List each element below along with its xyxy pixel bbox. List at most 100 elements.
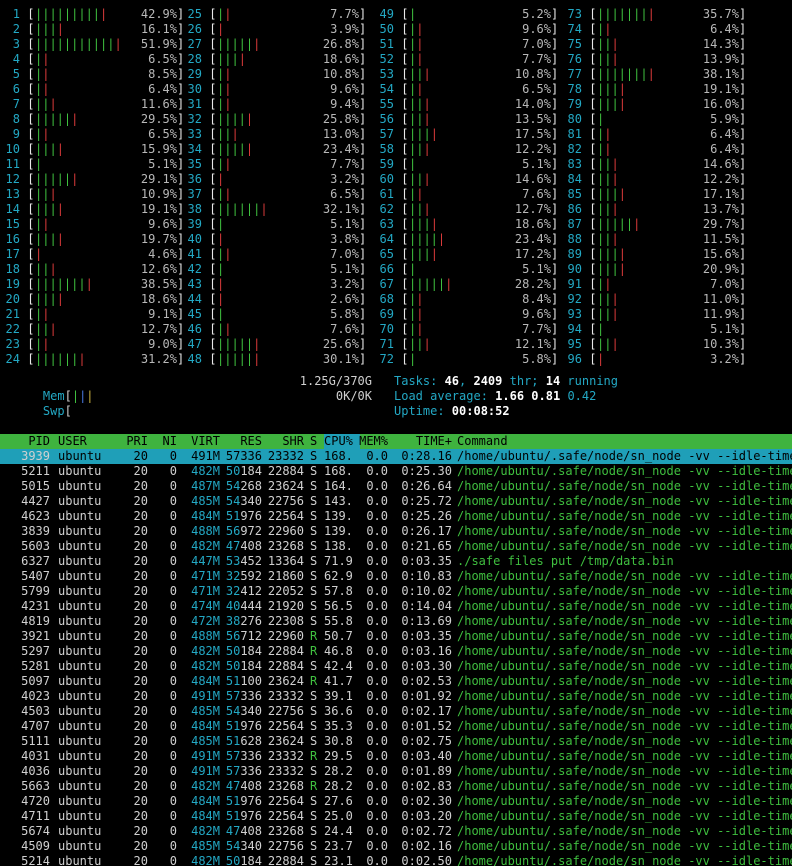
process-s: S: [310, 464, 318, 478]
cpu-percent: 30.1%: [322, 352, 359, 366]
process-row[interactable]: 5603 ubuntu 20 0 482M 47408 23268 S 138. 0.0 0:21.…: [0, 539, 792, 554]
process-res: 40444: [225, 599, 262, 613]
process-pid: 5674: [21, 824, 50, 838]
process-time: 0:02.72: [401, 824, 452, 838]
process-row[interactable]: 5674 ubuntu 20 0 482M 47408 23268 S 24.4 0.0 0:02.…: [0, 824, 792, 839]
cpu-percent: 9.6%: [522, 307, 551, 321]
col-user[interactable]: USER: [58, 434, 118, 449]
process-row[interactable]: 5407 ubuntu 20 0 471M 32592 21860 S 62.9 0.0 0:10.…: [0, 569, 792, 584]
process-row[interactable]: 4819 ubuntu 20 0 472M 38276 22308 S 55.8 0.0 0:13.…: [0, 614, 792, 629]
process-user: ubuntu: [58, 839, 102, 853]
cpu-id: 79: [567, 97, 582, 111]
process-shr: 23268: [267, 779, 304, 793]
process-row[interactable]: 5281 ubuntu 20 0 482M 50184 22884 S 42.4 0.0 0:03.…: [0, 659, 792, 674]
process-cmd: /home/ubuntu/.safe/node/sn_node -vv --id…: [457, 449, 792, 463]
col-res[interactable]: RES: [224, 434, 262, 449]
cpu-id: 78: [567, 82, 582, 96]
col-command[interactable]: Command: [457, 434, 792, 449]
process-row[interactable]: 4509 ubuntu 20 0 485M 54340 22756 S 23.7 0.0 0:02.…: [0, 839, 792, 854]
cpu-meter: 24 [||||||| 31.2%]: [0, 352, 190, 367]
cpu-percent: 38.5%: [140, 277, 177, 291]
process-s: S: [310, 809, 318, 823]
process-row[interactable]: 3839 ubuntu 20 0 488M 56972 22960 S 139. 0.0 0:26.…: [0, 524, 792, 539]
cpu-percent: 7.7%: [330, 7, 359, 21]
cpu-percent: 7.7%: [522, 52, 551, 66]
cpu-percent: 16.0%: [702, 97, 739, 111]
process-row[interactable]: 5663 ubuntu 20 0 482M 47408 23268 R 28.2 0.0 0:02.…: [0, 779, 792, 794]
process-row[interactable]: 4023 ubuntu 20 0 491M 57336 23332 S 39.1 0.0 0:01.…: [0, 689, 792, 704]
process-row[interactable]: 4231 ubuntu 20 0 474M 40444 21920 S 56.5 0.0 0:14.…: [0, 599, 792, 614]
cpu-column: 49 [| 5.2%] 50 [|| 9.6%] 51 [|| 7.0%] 52 [|| 7.…: [374, 7, 564, 367]
process-row[interactable]: 5214 ubuntu 20 0 482M 50184 22884 S 23.1 0.0 0:02.…: [0, 854, 792, 866]
process-user: ubuntu: [58, 659, 102, 673]
process-row[interactable]: 3939 ubuntu 20 0 491M 57336 23332 S 168. 0.0 0:28.…: [0, 449, 792, 464]
process-row[interactable]: 3921 ubuntu 20 0 488M 56712 22960 R 50.7 0.0 0:03.…: [0, 629, 792, 644]
process-cpu: 46.8: [324, 644, 353, 658]
process-res: 51976: [225, 794, 262, 808]
process-s: S: [310, 599, 318, 613]
process-cmd: ./safe files put /tmp/data.bin: [457, 554, 674, 568]
cpu-percent: 23.4%: [322, 142, 359, 156]
col-mem[interactable]: MEM%: [358, 434, 388, 449]
process-cmd: /home/ubuntu/.safe/node/sn_node -vv --id…: [457, 539, 792, 553]
process-row[interactable]: 5211 ubuntu 20 0 482M 50184 22884 S 168. 0.0 0:25.…: [0, 464, 792, 479]
col-time[interactable]: TIME+: [392, 434, 452, 449]
cpu-percent: 9.4%: [330, 97, 359, 111]
process-row[interactable]: 4036 ubuntu 20 0 491M 57336 23332 S 28.2 0.0 0:01.…: [0, 764, 792, 779]
col-pid[interactable]: PID: [0, 434, 50, 449]
col-shr[interactable]: SHR: [266, 434, 304, 449]
process-table-header[interactable]: PID USER PRI NI VIRT RES SHR S CPU% MEM%…: [0, 434, 792, 449]
process-row[interactable]: 4427 ubuntu 20 0 485M 54340 22756 S 143. 0.0 0:25.…: [0, 494, 792, 509]
cpu-meter: 30 [|| 9.6%]: [182, 82, 372, 97]
process-virt: 488M: [191, 629, 220, 643]
process-row[interactable]: 4707 ubuntu 20 0 484M 51976 22564 S 35.3 0.0 0:01.…: [0, 719, 792, 734]
cpu-meter: 58 [||| 12.2%]: [374, 142, 564, 157]
process-row[interactable]: 5097 ubuntu 20 0 484M 51100 23624 R 41.7 0.0 0:02.…: [0, 674, 792, 689]
process-row[interactable]: 4720 ubuntu 20 0 484M 51976 22564 S 27.6 0.0 0:02.…: [0, 794, 792, 809]
cpu-id: 50: [379, 22, 394, 36]
col-state[interactable]: S: [310, 434, 320, 449]
process-row[interactable]: 5111 ubuntu 20 0 485M 51628 23624 S 30.8 0.0 0:02.…: [0, 734, 792, 749]
cpu-percent: 5.1%: [710, 322, 739, 336]
process-time: 0:13.69: [401, 614, 452, 628]
process-shr: 23624: [267, 734, 304, 748]
load-average: Load average: 1.66 0.81 0.42: [394, 389, 597, 403]
process-pid: 5297: [21, 644, 50, 658]
process-row[interactable]: 5799 ubuntu 20 0 471M 32412 22052 S 57.8 0.0 0:10.…: [0, 584, 792, 599]
process-row[interactable]: 4503 ubuntu 20 0 485M 54340 22756 S 36.6 0.0 0:02.…: [0, 704, 792, 719]
col-pri[interactable]: PRI: [120, 434, 148, 449]
cpu-percent: 14.0%: [514, 97, 551, 111]
cpu-percent: 11.5%: [702, 232, 739, 246]
col-cpu[interactable]: CPU%: [324, 434, 360, 449]
cpu-meter: 56 [||| 13.5%]: [374, 112, 564, 127]
process-row[interactable]: 5297 ubuntu 20 0 482M 50184 22884 R 46.8 0.0 0:03.…: [0, 644, 792, 659]
cpu-percent: 18.6%: [322, 52, 359, 66]
cpu-percent: 14.6%: [514, 172, 551, 186]
process-mem: 0.0: [366, 824, 388, 838]
process-row[interactable]: 5015 ubuntu 20 0 487M 54268 23624 S 164. 0.0 0:26.…: [0, 479, 792, 494]
process-pri: 20: [133, 839, 148, 853]
cpu-id: 56: [379, 112, 394, 126]
cpu-percent: 9.6%: [148, 217, 177, 231]
process-row[interactable]: 4031 ubuntu 20 0 491M 57336 23332 R 29.5 0.0 0:03.…: [0, 749, 792, 764]
process-cpu: 23.7: [324, 839, 353, 853]
process-pri: 20: [133, 854, 148, 866]
process-cmd: /home/ubuntu/.safe/node/sn_node -vv --id…: [457, 779, 792, 793]
cpu-percent: 3.2%: [330, 277, 359, 291]
process-row[interactable]: 6327 ubuntu 20 0 447M 53452 13364 S 71.9 0.0 0:03.…: [0, 554, 792, 569]
process-user: ubuntu: [58, 554, 102, 568]
process-time: 0:21.65: [401, 539, 452, 553]
col-virt[interactable]: VIRT: [186, 434, 220, 449]
process-res: 51100: [225, 674, 262, 688]
cpu-id: 72: [379, 352, 394, 366]
process-pri: 20: [133, 644, 148, 658]
cpu-id: 31: [187, 97, 202, 111]
process-row[interactable]: 4623 ubuntu 20 0 484M 51976 22564 S 139. 0.0 0:25.…: [0, 509, 792, 524]
process-pri: 20: [133, 629, 148, 643]
process-row[interactable]: 4711 ubuntu 20 0 484M 51976 22564 S 25.0 0.0 0:03.…: [0, 809, 792, 824]
process-pri: 20: [133, 494, 148, 508]
cpu-percent: 18.6%: [514, 217, 551, 231]
col-ni[interactable]: NI: [155, 434, 177, 449]
cpu-meter: 44 [| 2.6%]: [182, 292, 372, 307]
process-cmd: /home/ubuntu/.safe/node/sn_node -vv --id…: [457, 494, 792, 508]
